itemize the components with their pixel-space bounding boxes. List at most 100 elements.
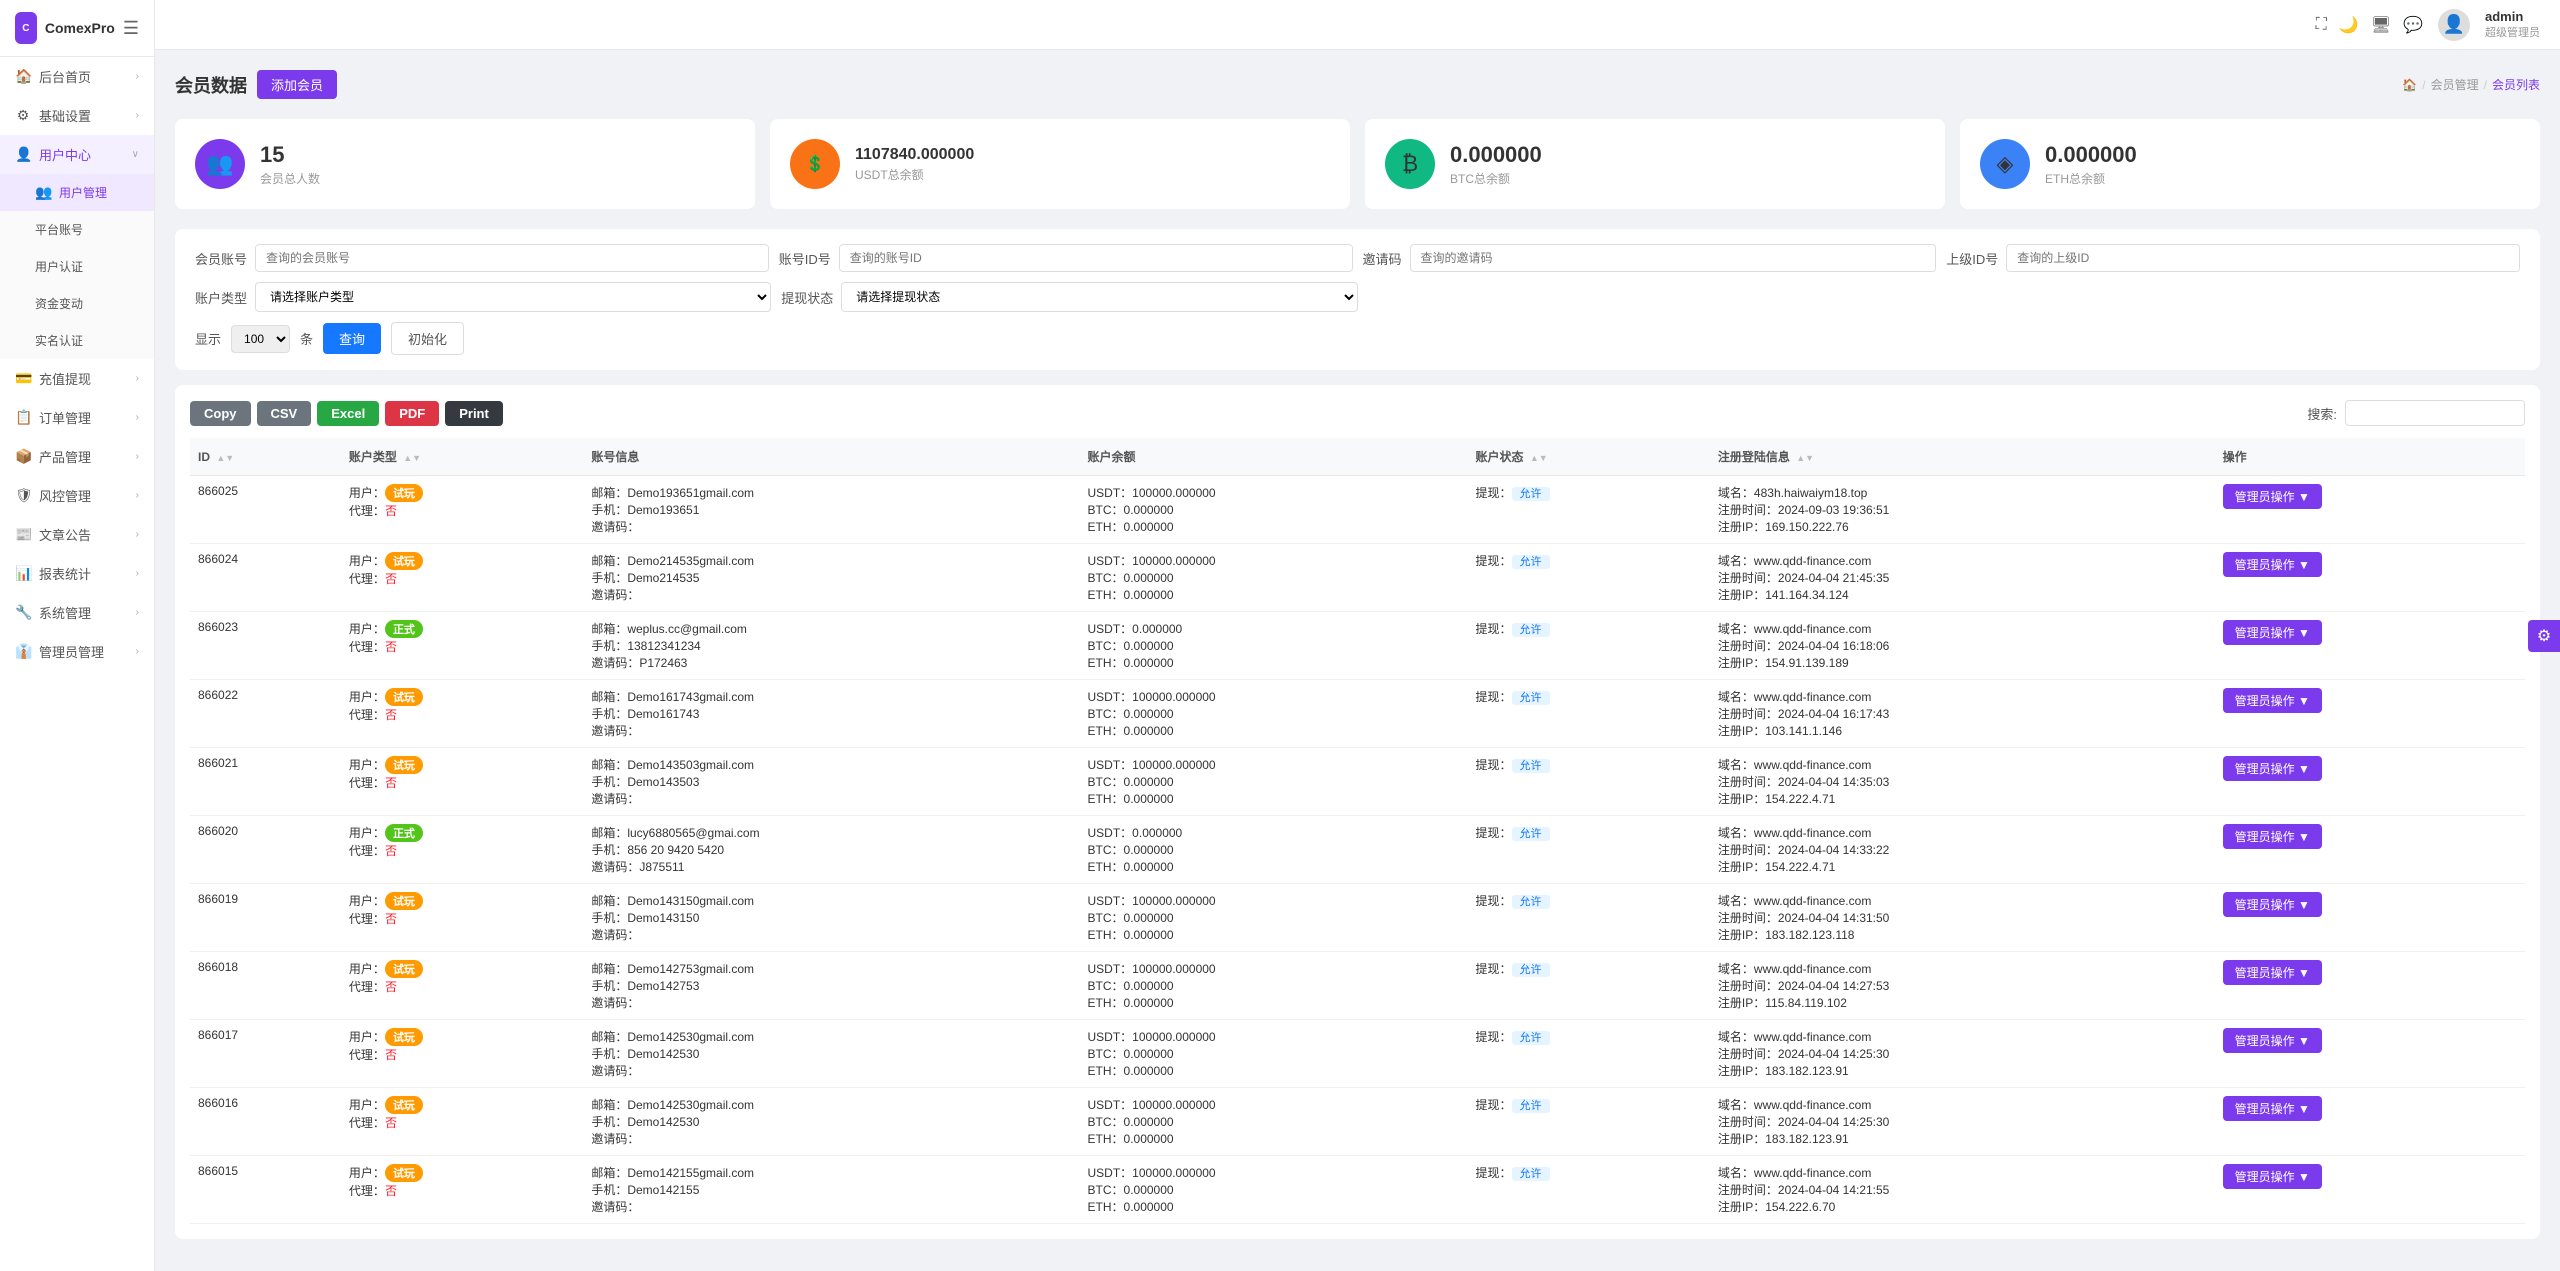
cell-account-6: 邮箱：Demo143150gmail.com 手机：Demo143150 邀请码… bbox=[583, 884, 1079, 952]
sidebar-item-system-mgmt[interactable]: 🔧 系统管理 › bbox=[0, 593, 154, 632]
cell-status-5: 提现：允许 bbox=[1468, 816, 1710, 884]
sidebar-label-basic-settings: 基础设置 bbox=[39, 106, 91, 125]
sidebar-item-recharge[interactable]: 💳 充值提现 › bbox=[0, 359, 154, 398]
stat-info-btc: 0.000000 BTC总余额 bbox=[1450, 142, 1542, 187]
table-row: 866019 用户：试玩 代理：否 邮箱：Demo143150gmail.com… bbox=[190, 884, 2525, 952]
table-search-input[interactable] bbox=[2345, 400, 2525, 426]
sidebar-label-user-auth: 用户认证 bbox=[35, 258, 83, 275]
article-icon: 📰 bbox=[15, 526, 31, 543]
sort-arrows-id[interactable]: ▲▼ bbox=[216, 454, 234, 464]
member-account-input[interactable] bbox=[255, 244, 769, 272]
cell-op-2: 管理员操作 ▼ bbox=[2215, 612, 2525, 680]
chevron-icon: › bbox=[136, 646, 139, 657]
csv-button[interactable]: CSV bbox=[257, 401, 312, 426]
col-id: ID ▲▼ bbox=[190, 438, 341, 476]
chevron-icon: ∨ bbox=[132, 149, 139, 160]
sidebar-item-fund-changes[interactable]: 资金变动 bbox=[0, 285, 154, 322]
account-id-input[interactable] bbox=[839, 244, 1353, 272]
op-button-7[interactable]: 管理员操作 ▼ bbox=[2223, 960, 2322, 985]
op-button-2[interactable]: 管理员操作 ▼ bbox=[2223, 620, 2322, 645]
user-type-tag-3: 试玩 bbox=[385, 688, 423, 706]
sort-arrows-type[interactable]: ▲▼ bbox=[403, 454, 421, 464]
show-count-select[interactable]: 10 25 50 100 bbox=[231, 325, 290, 353]
monitor-icon[interactable]: 🖥 bbox=[2371, 15, 2391, 35]
cell-id-8: 866017 bbox=[190, 1020, 341, 1088]
sidebar-item-user-auth[interactable]: 用户认证 bbox=[0, 248, 154, 285]
sidebar-item-dashboard[interactable]: 🏠 后台首页 › bbox=[0, 57, 154, 96]
cell-balance-3: USDT：100000.000000 BTC：0.000000 ETH：0.00… bbox=[1080, 680, 1468, 748]
breadcrumb: 🏠 / 会员管理 / 会员列表 bbox=[2402, 76, 2540, 93]
chevron-icon: › bbox=[136, 607, 139, 618]
copy-button[interactable]: Copy bbox=[190, 401, 251, 426]
menu-toggle-icon[interactable]: ☰ bbox=[123, 18, 139, 39]
breadcrumb-sep: / bbox=[2422, 78, 2425, 92]
sidebar-item-report-stats[interactable]: 📊 报表统计 › bbox=[0, 554, 154, 593]
sidebar-item-order-mgmt[interactable]: 📋 订单管理 › bbox=[0, 398, 154, 437]
sort-arrows-reg[interactable]: ▲▼ bbox=[1796, 454, 1814, 464]
reset-button[interactable]: 初始化 bbox=[391, 322, 464, 355]
sidebar-item-user-management[interactable]: 👥 用户管理 bbox=[0, 174, 154, 211]
withdraw-status-tag-7: 允许 bbox=[1512, 963, 1550, 977]
cell-reg-1: 域名：www.qdd-finance.com 注册时间：2024-04-04 2… bbox=[1710, 544, 2215, 612]
pdf-button[interactable]: PDF bbox=[385, 401, 439, 426]
cell-type-6: 用户：试玩 代理：否 bbox=[341, 884, 583, 952]
print-button[interactable]: Print bbox=[445, 401, 503, 426]
sidebar-item-platform-account[interactable]: 平台账号 bbox=[0, 211, 154, 248]
sort-arrows-status[interactable]: ▲▼ bbox=[1530, 454, 1548, 464]
cell-balance-2: USDT：0.000000 BTC：0.000000 ETH：0.000000 bbox=[1080, 612, 1468, 680]
cell-op-10: 管理员操作 ▼ bbox=[2215, 1156, 2525, 1224]
stat-icon-eth: ◈ bbox=[1980, 139, 2030, 189]
superior-id-input[interactable] bbox=[2006, 244, 2520, 272]
sidebar-item-admin-mgmt[interactable]: 👔 管理员管理 › bbox=[0, 632, 154, 671]
op-button-0[interactable]: 管理员操作 ▼ bbox=[2223, 484, 2322, 509]
sidebar-item-risk-mgmt[interactable]: 🛡 风控管理 › bbox=[0, 476, 154, 515]
op-button-3[interactable]: 管理员操作 ▼ bbox=[2223, 688, 2322, 713]
op-button-1[interactable]: 管理员操作 ▼ bbox=[2223, 552, 2322, 577]
user-type-tag-9: 试玩 bbox=[385, 1096, 423, 1114]
sidebar-item-user-center[interactable]: 👤 用户中心 ∨ bbox=[0, 135, 154, 174]
cell-reg-6: 域名：www.qdd-finance.com 注册时间：2024-04-04 1… bbox=[1710, 884, 2215, 952]
cell-account-3: 邮箱：Demo161743gmail.com 手机：Demo161743 邀请码… bbox=[583, 680, 1079, 748]
cell-type-5: 用户：正式 代理：否 bbox=[341, 816, 583, 884]
fullscreen-icon[interactable]: ⛶ bbox=[2316, 16, 2327, 34]
invite-code-input[interactable] bbox=[1410, 244, 1937, 272]
op-button-8[interactable]: 管理员操作 ▼ bbox=[2223, 1028, 2322, 1053]
sidebar-item-real-name[interactable]: 实名认证 bbox=[0, 322, 154, 359]
sidebar-item-article-notice[interactable]: 📰 文章公告 › bbox=[0, 515, 154, 554]
cell-op-6: 管理员操作 ▼ bbox=[2215, 884, 2525, 952]
op-button-5[interactable]: 管理员操作 ▼ bbox=[2223, 824, 2322, 849]
stat-value-members: 15 bbox=[260, 142, 320, 168]
op-button-4[interactable]: 管理员操作 ▼ bbox=[2223, 756, 2322, 781]
excel-button[interactable]: Excel bbox=[317, 401, 379, 426]
col-type: 账户类型 ▲▼ bbox=[341, 438, 583, 476]
sidebar-label-dashboard: 后台首页 bbox=[39, 67, 91, 86]
search-button[interactable]: 查询 bbox=[323, 323, 381, 354]
account-type-select[interactable]: 请选择账户类型 正式 试玩 bbox=[255, 282, 771, 312]
op-button-10[interactable]: 管理员操作 ▼ bbox=[2223, 1164, 2322, 1189]
product-icon: 📦 bbox=[15, 448, 31, 465]
sidebar-item-basic-settings[interactable]: ⚙ 基础设置 › bbox=[0, 96, 154, 135]
sidebar-item-product-mgmt[interactable]: 📦 产品管理 › bbox=[0, 437, 154, 476]
cell-balance-10: USDT：100000.000000 BTC：0.000000 ETH：0.00… bbox=[1080, 1156, 1468, 1224]
op-button-6[interactable]: 管理员操作 ▼ bbox=[2223, 892, 2322, 917]
sidebar-label-admin: 管理员管理 bbox=[39, 642, 104, 661]
breadcrumb-home-icon: 🏠 bbox=[2402, 78, 2417, 92]
cell-id-0: 866025 bbox=[190, 476, 341, 544]
cell-op-8: 管理员操作 ▼ bbox=[2215, 1020, 2525, 1088]
cell-type-9: 用户：试玩 代理：否 bbox=[341, 1088, 583, 1156]
add-member-button[interactable]: 添加会员 bbox=[257, 70, 337, 99]
stat-card-btc: ₿ 0.000000 BTC总余额 bbox=[1365, 119, 1945, 209]
cell-type-1: 用户：试玩 代理：否 bbox=[341, 544, 583, 612]
theme-icon[interactable]: 🌙 bbox=[2339, 15, 2359, 35]
cell-op-9: 管理员操作 ▼ bbox=[2215, 1088, 2525, 1156]
gear-float-button[interactable]: ⚙ bbox=[2528, 620, 2560, 652]
withdraw-status-select[interactable]: 请选择提现状态 允许 禁止 bbox=[841, 282, 1357, 312]
cell-balance-0: USDT：100000.000000 BTC：0.000000 ETH：0.00… bbox=[1080, 476, 1468, 544]
cell-reg-10: 域名：www.qdd-finance.com 注册时间：2024-04-04 1… bbox=[1710, 1156, 2215, 1224]
table-header-row: ID ▲▼ 账户类型 ▲▼ 账号信息 账户余额 账户状态 ▲▼ 注册登陆信息 ▲… bbox=[190, 438, 2525, 476]
table-search-row: 搜索: bbox=[2307, 400, 2525, 426]
risk-icon: 🛡 bbox=[15, 487, 31, 504]
cell-reg-9: 域名：www.qdd-finance.com 注册时间：2024-04-04 1… bbox=[1710, 1088, 2215, 1156]
chat-icon[interactable]: 💬 bbox=[2403, 15, 2423, 35]
op-button-9[interactable]: 管理员操作 ▼ bbox=[2223, 1096, 2322, 1121]
